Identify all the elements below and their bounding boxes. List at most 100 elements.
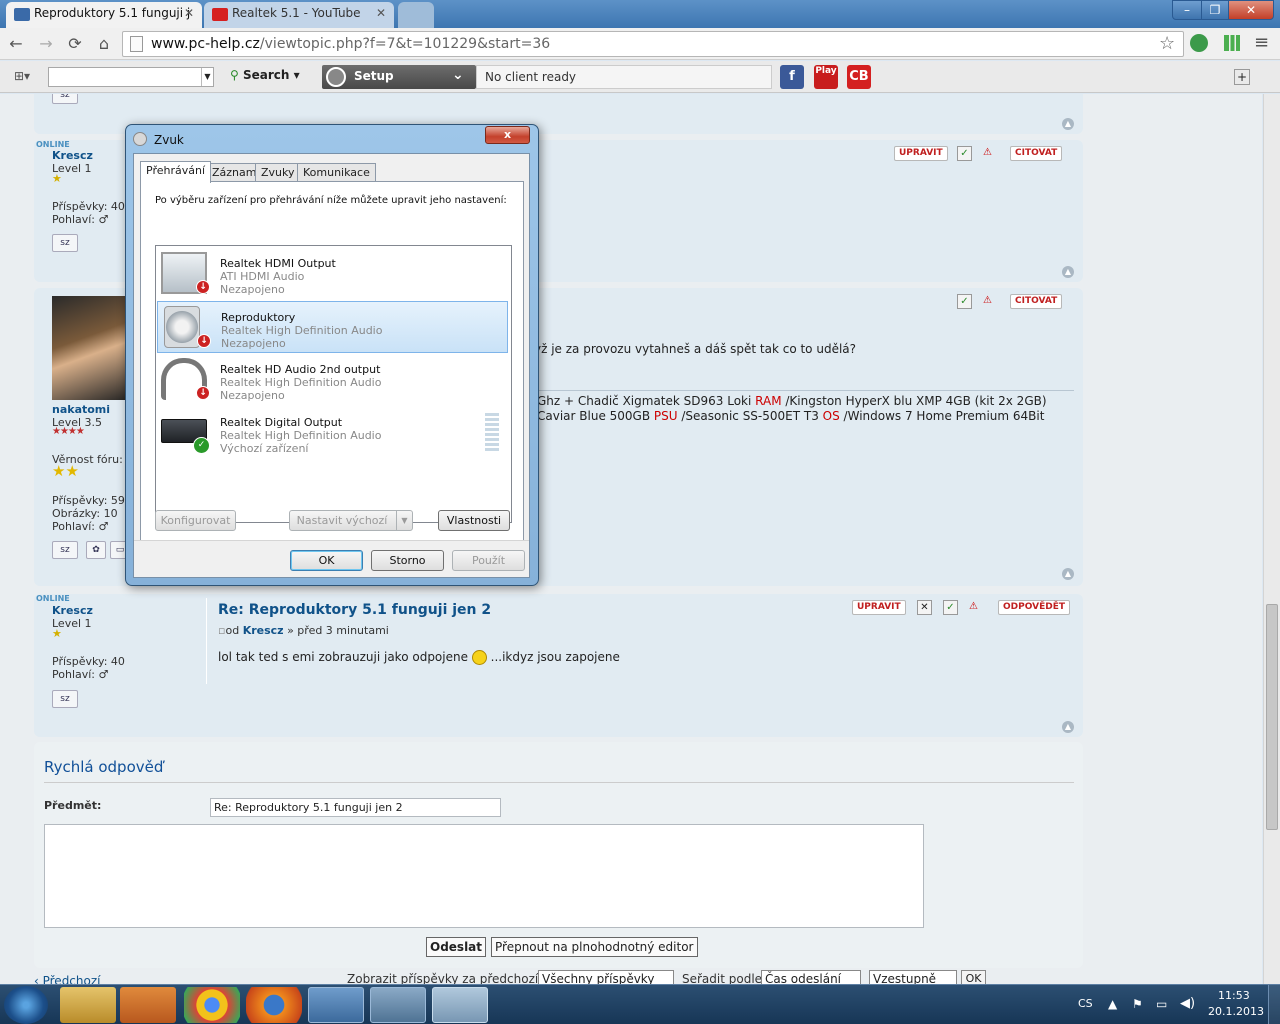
tab-communication[interactable]: Komunikace (297, 163, 376, 182)
cancel-button[interactable]: Storno (371, 550, 444, 571)
approve-icon[interactable]: ✓ (957, 294, 972, 309)
forward-button[interactable]: → (36, 34, 56, 54)
device-item[interactable]: ↓ Realtek HDMI Output ATI HDMI Audio Nez… (157, 248, 508, 300)
minimize-button[interactable]: – (1172, 0, 1202, 20)
properties-button[interactable]: Vlastnosti (438, 510, 510, 531)
display-select[interactable]: Všechny příspěvky (538, 970, 674, 984)
playvids-icon[interactable]: Play (814, 65, 838, 89)
page-scrollbar[interactable] (1263, 94, 1280, 984)
volume-mixer-icon[interactable] (370, 987, 426, 1023)
ok-button[interactable]: OK (290, 550, 363, 571)
facebook-icon[interactable]: f (780, 65, 804, 89)
language-indicator[interactable]: CS (1078, 997, 1093, 1010)
bookmark-star-icon[interactable]: ☆ (1159, 33, 1175, 54)
back-to-top-icon[interactable]: ▲ (1062, 118, 1074, 130)
chrome-icon[interactable] (184, 987, 240, 1023)
pm-button[interactable]: sz (52, 94, 78, 104)
device-item[interactable]: ↓ Realtek HD Audio 2nd output Realtek Hi… (157, 354, 508, 406)
browser-tab-active[interactable]: Reproduktory 5.1 funguji j ✕ (6, 2, 202, 28)
post-author[interactable]: Krescz (52, 149, 93, 162)
back-to-top-icon[interactable]: ▲ (1062, 568, 1074, 580)
firefox-icon[interactable] (246, 987, 302, 1023)
menu-icon[interactable]: ≡ (1254, 32, 1269, 53)
volume-icon[interactable]: ◀) (1180, 996, 1195, 1011)
reply-button[interactable]: ODPOVĚDĚT (998, 600, 1070, 615)
back-to-top-icon[interactable]: ▲ (1062, 721, 1074, 733)
full-editor-button[interactable]: Přepnout na plnohodnotný editor (491, 937, 698, 957)
control-panel-icon[interactable] (308, 987, 364, 1023)
quote-button[interactable]: CITOVAT (1010, 146, 1063, 161)
close-tab-icon[interactable]: ✕ (376, 6, 386, 20)
restore-button[interactable]: ❐ (1201, 0, 1229, 20)
youtube-icon (212, 8, 228, 21)
subject-input[interactable]: Re: Reproduktory 5.1 funguji jen 2 (210, 798, 501, 817)
device-list[interactable]: ↓ Realtek HDMI Output ATI HDMI Audio Nez… (155, 245, 512, 523)
online-badge: ONLINE (36, 594, 70, 603)
signal-bars-icon[interactable] (1224, 35, 1240, 51)
previous-link[interactable]: ‹ Předchozí (34, 974, 101, 984)
approve-icon[interactable]: ✓ (957, 146, 972, 161)
configure-button[interactable]: Konfigurovat (155, 510, 236, 531)
apply-button[interactable]: Použít (452, 550, 525, 571)
delete-icon[interactable]: ✕ (917, 600, 932, 615)
chevron-down-icon[interactable]: ▼ (201, 68, 213, 86)
set-default-button[interactable]: Nastavit výchozí ▼ (289, 510, 413, 531)
show-desktop-button[interactable] (1268, 985, 1280, 1024)
edit-button[interactable]: UPRAVIT (852, 600, 906, 615)
back-to-top-icon[interactable]: ▲ (1062, 266, 1074, 278)
order-select[interactable]: Vzestupně (869, 970, 957, 984)
sort-select[interactable]: Čas odeslání (761, 970, 861, 984)
cb-icon[interactable]: CB (847, 65, 871, 89)
network-icon[interactable]: ▭ (1156, 997, 1167, 1011)
approve-icon[interactable]: ✓ (943, 600, 958, 615)
add-icon[interactable]: + (1234, 69, 1250, 85)
message-textarea[interactable] (44, 824, 924, 928)
utorrent-setup-button[interactable]: Setup ⌄ (322, 65, 476, 89)
explorer-icon[interactable] (60, 987, 116, 1023)
pm-button[interactable]: sz (52, 541, 78, 559)
report-icon[interactable]: ⚠ (966, 600, 981, 615)
action-center-icon[interactable]: ⚑ (1132, 997, 1143, 1011)
back-button[interactable]: ← (6, 34, 26, 54)
sound-settings-icon[interactable] (432, 987, 488, 1023)
go-button[interactable]: OK (961, 970, 986, 984)
post-byline: ▫od Krescz » před 3 minutami (218, 624, 389, 637)
tab-playback[interactable]: Přehrávání (140, 161, 212, 183)
scrollbar-thumb[interactable] (1266, 604, 1278, 830)
add-dropdown-icon[interactable]: ⊞▾ (14, 69, 42, 85)
tray-expand-icon[interactable]: ▲ (1108, 997, 1117, 1011)
online-badge: ONLINE (36, 140, 70, 149)
device-item[interactable]: ✓ Realtek Digital Output Realtek High De… (157, 407, 508, 459)
website-icon[interactable]: ✿ (86, 541, 106, 559)
search-button[interactable]: ⚲ Search ▾ (230, 68, 300, 82)
start-button[interactable] (4, 986, 48, 1024)
submit-button[interactable]: Odeslat (426, 937, 487, 957)
report-icon[interactable]: ⚠ (980, 294, 995, 309)
browser-titlebar: Reproduktory 5.1 funguji j ✕ Realtek 5.1… (0, 0, 1280, 28)
home-button[interactable]: ⌂ (94, 34, 114, 54)
report-icon[interactable]: ⚠ (980, 146, 995, 161)
reload-button[interactable]: ⟳ (65, 34, 85, 54)
dialog-close-button[interactable]: x (485, 126, 530, 144)
close-window-button[interactable]: ✕ (1228, 0, 1274, 20)
browser-tab-youtube[interactable]: Realtek 5.1 - YouTube ✕ (204, 2, 394, 28)
address-bar[interactable]: www.pc-help.cz/viewtopic.php?f=7&t=10122… (122, 31, 1184, 57)
post-author[interactable]: Krescz (52, 604, 93, 617)
pm-button[interactable]: sz (52, 234, 78, 252)
post-author[interactable]: nakatomi (52, 403, 110, 416)
new-tab-button[interactable] (398, 2, 434, 28)
quote-button[interactable]: CITOVAT (1010, 294, 1063, 309)
tab-sounds[interactable]: Zvuky (255, 163, 301, 182)
edit-button[interactable]: UPRAVIT (894, 146, 948, 161)
tab-title: Realtek 5.1 - YouTube (232, 6, 361, 20)
clock-date[interactable]: 20.1.2013 (1208, 1005, 1264, 1018)
toolbar-search-input[interactable]: ▼ (48, 67, 214, 87)
close-tab-icon[interactable]: ✕ (184, 6, 194, 20)
media-player-icon[interactable] (120, 987, 176, 1023)
post-title[interactable]: Re: Reproduktory 5.1 funguji jen 2 (218, 602, 491, 618)
pm-button[interactable]: sz (52, 690, 78, 708)
tab-recording[interactable]: Záznam (206, 163, 263, 182)
device-item-selected[interactable]: ↓ Reproduktory Realtek High Definition A… (157, 301, 508, 353)
extension-icon[interactable] (1190, 34, 1208, 52)
clock-time[interactable]: 11:53 (1218, 989, 1250, 1002)
